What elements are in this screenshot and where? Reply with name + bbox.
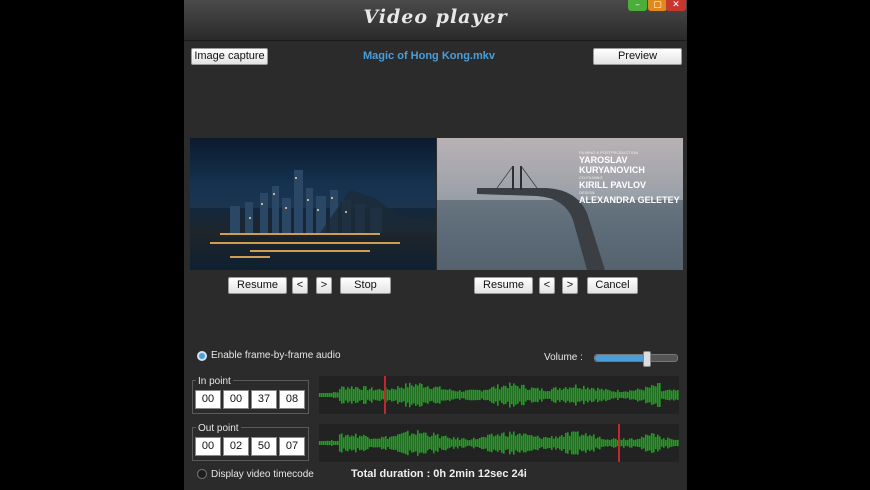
right-resume-button[interactable]: Resume	[474, 277, 533, 294]
city-night-image	[190, 170, 436, 270]
volume-level-fill	[595, 355, 646, 361]
cancel-button[interactable]: Cancel	[587, 277, 638, 294]
in-point-label: In point	[196, 376, 233, 387]
display-timecode-radio[interactable]	[197, 469, 207, 479]
left-prev-frame-button[interactable]: <	[292, 277, 308, 294]
frame-by-frame-audio-label: Enable frame-by-frame audio	[211, 350, 341, 361]
right-next-frame-button[interactable]: >	[562, 277, 578, 294]
waveform-graphic	[319, 382, 679, 408]
in-point-waveform[interactable]	[319, 376, 679, 414]
out-point-waveform[interactable]	[319, 424, 679, 462]
in-point-marker[interactable]	[383, 376, 386, 414]
display-timecode-label: Display video timecode	[211, 469, 314, 480]
preview-video-frame[interactable]: FILMING & POSTPRODUCTION YAROSLAV KURYAN…	[437, 138, 683, 270]
out-point-group: Out point 00 02 50 07	[192, 423, 309, 461]
window-title: Video player	[363, 6, 508, 28]
in-point-group: In point 00 00 37 08	[192, 376, 309, 414]
close-button[interactable]: ✕	[666, 0, 686, 11]
title-bar[interactable]: Video player – ▢ ✕	[184, 0, 687, 41]
total-duration: Total duration : 0h 2min 12sec 24i	[351, 468, 527, 480]
volume-slider[interactable]	[594, 351, 678, 367]
minimize-button[interactable]: –	[628, 0, 647, 11]
video-player-window: Video player – ▢ ✕ Image capture Magic o…	[184, 0, 687, 490]
out-point-minutes[interactable]: 02	[223, 437, 249, 456]
maximize-button[interactable]: ▢	[648, 0, 667, 11]
in-point-hours[interactable]: 00	[195, 390, 221, 409]
waveform-graphic	[319, 430, 679, 456]
volume-label: Volume :	[544, 352, 583, 363]
volume-slider-thumb[interactable]	[642, 351, 651, 367]
image-capture-button[interactable]: Image capture	[191, 48, 268, 65]
frame-by-frame-audio-radio[interactable]	[197, 351, 207, 361]
left-next-frame-button[interactable]: >	[316, 277, 332, 294]
stop-button[interactable]: Stop	[340, 277, 391, 294]
preview-button[interactable]: Preview	[593, 48, 682, 65]
in-point-minutes[interactable]: 00	[223, 390, 249, 409]
credit-name: ALEXANDRA GELETEY	[579, 195, 680, 205]
left-resume-button[interactable]: Resume	[228, 277, 287, 294]
out-point-label: Out point	[196, 423, 241, 434]
file-name: Magic of Hong Kong.mkv	[363, 50, 495, 62]
out-point-seconds[interactable]: 50	[251, 437, 277, 456]
right-prev-frame-button[interactable]: <	[539, 277, 555, 294]
credit-name: KIRILL PAVLOV	[579, 180, 647, 190]
out-point-marker[interactable]	[617, 424, 620, 462]
credit-name: YAROSLAV KURYANOVICH	[579, 155, 645, 175]
out-point-hours[interactable]: 00	[195, 437, 221, 456]
source-video-frame[interactable]	[190, 138, 436, 270]
in-point-seconds[interactable]: 37	[251, 390, 277, 409]
out-point-frames[interactable]: 07	[279, 437, 305, 456]
in-point-frames[interactable]: 08	[279, 390, 305, 409]
credits-overlay: FILMING & POSTPRODUCTION YAROSLAV KURYAN…	[579, 150, 683, 205]
